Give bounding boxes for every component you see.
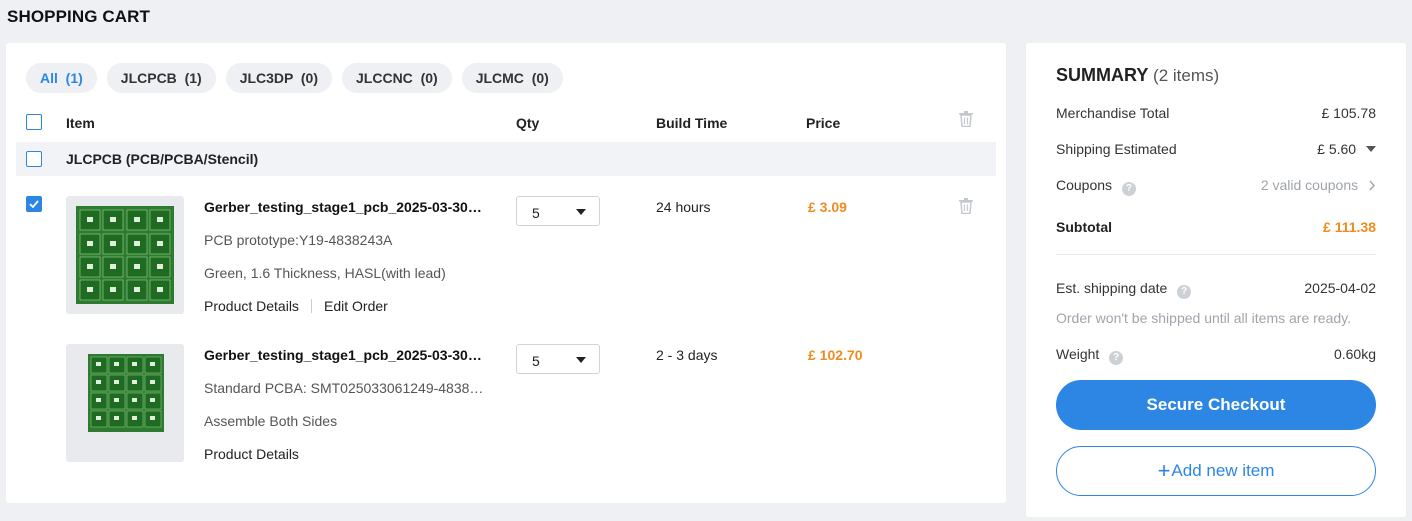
shipping-value: £ 5.60 [1317,141,1357,157]
link-divider [311,299,312,313]
tab-jlccnc[interactable]: JLCCNC (0) [342,63,452,93]
add-new-item-label: Add new item [1171,461,1275,480]
weight-label-group: Weight ? [1056,346,1124,365]
ship-date-label: Est. shipping date [1056,280,1168,296]
summary-title: SUMMARY (2 items) [1056,65,1219,86]
summary-item-count: (2 items) [1153,66,1220,85]
chevron-right-icon [1369,180,1375,191]
edit-order-link[interactable]: Edit Order [324,298,388,314]
group-row: JLCPCB (PCB/PCBA/Stencil) [16,142,996,176]
quantity-value: 5 [532,353,540,369]
cart-panel: All (1) JLCPCB (1) JLC3DP (0) JLCCNC (0)… [6,43,1006,503]
item-build-time: 24 hours [656,199,711,215]
header-qty: Qty [516,115,540,131]
plus-icon: + [1157,458,1171,483]
quantity-select[interactable]: 5 [516,344,600,374]
summary-heading: SUMMARY [1056,65,1149,85]
subtotal-label: Subtotal [1056,219,1112,235]
item-title[interactable]: Gerber_testing_stage1_pcb_2025-03-30_rev… [204,347,489,363]
tab-all[interactable]: All (1) [26,63,97,93]
check-icon [29,200,39,209]
trash-icon[interactable] [959,198,973,215]
item-build-time: 2 - 3 days [656,347,718,363]
help-icon[interactable]: ? [1109,351,1124,365]
ship-note: Order won't be shipped until all items a… [1056,310,1352,326]
secure-checkout-button[interactable]: Secure Checkout [1056,380,1376,430]
product-details-link[interactable]: Product Details [204,298,299,314]
item-thumbnail [66,196,184,314]
ship-date-label-group: Est. shipping date ? [1056,280,1192,299]
coupons-value: 2 valid coupons [1260,177,1359,193]
help-icon[interactable]: ? [1177,285,1192,299]
pcb-panel-image [76,206,174,304]
shipping-label: Shipping Estimated [1056,141,1177,157]
pcba-panel-image [88,354,164,432]
group-label: JLCPCB (PCB/PCBA/Stencil) [66,151,259,167]
summary-divider [1056,254,1376,255]
quantity-select[interactable]: 5 [516,196,600,226]
caret-down-icon [1366,146,1376,152]
coupons-value-group[interactable]: 2 valid coupons [1261,177,1376,193]
header-build-time: Build Time [656,115,728,131]
caret-down-icon [576,357,586,363]
category-tabs: All (1) JLCPCB (1) JLC3DP (0) JLCCNC (0)… [26,63,563,93]
group-checkbox[interactable] [26,151,42,167]
caret-down-icon [576,209,586,215]
select-all-checkbox[interactable] [26,114,42,130]
header-price: Price [806,115,841,131]
item-thumbnail [66,344,184,462]
item-checkbox[interactable] [26,196,42,212]
coupons-label: Coupons [1056,177,1113,193]
trash-icon[interactable] [959,111,973,128]
weight-value: 0.60kg [1333,346,1376,362]
item-order-number: PCB prototype:Y19-4838243A [204,232,393,248]
tab-jlcmc[interactable]: JLCMC (0) [461,63,563,93]
weight-label: Weight [1056,346,1100,362]
ship-date-value: 2025-04-02 [1304,280,1376,296]
header-item: Item [66,115,95,131]
merch-total-value: £ 105.78 [1321,105,1377,121]
quantity-value: 5 [532,205,540,221]
merch-total-label: Merchandise Total [1056,105,1170,121]
coupons-label-group: Coupons ? [1056,177,1136,196]
item-price: £ 3.09 [808,199,847,215]
summary-panel: SUMMARY (2 items) Merchandise Total £ 10… [1026,43,1406,517]
help-icon[interactable]: ? [1121,182,1136,196]
item-price: £ 102.70 [808,347,863,363]
product-details-link[interactable]: Product Details [204,446,299,462]
item-order-number: Standard PCBA: SMT025033061249-4838243 [204,380,489,396]
item-specs: Assemble Both Sides [204,413,338,429]
page-title: SHOPPING CART [7,7,150,26]
add-new-item-button[interactable]: + Add new item [1056,446,1376,496]
tab-jlcpcb[interactable]: JLCPCB (1) [106,63,216,93]
tab-jlc3dp[interactable]: JLC3DP (0) [225,63,333,93]
item-title[interactable]: Gerber_testing_stage1_pcb_2025-03-30_rev… [204,199,489,215]
subtotal-value: £ 111.38 [1323,219,1376,235]
shipping-value-group[interactable]: £ 5.60 [1317,141,1376,157]
item-specs: Green, 1.6 Thickness, HASL(with lead) [204,265,446,281]
